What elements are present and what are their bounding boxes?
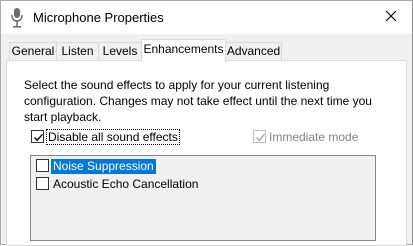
tab-enhancements[interactable]: Enhancements (141, 39, 226, 62)
disable-all-label[interactable]: Disable all sound effects (46, 129, 180, 145)
list-item-echo-cancellation[interactable]: Acoustic Echo Cancellation (31, 176, 371, 192)
tab-label: General (11, 44, 55, 58)
description-text: Select the sound effects to apply for yo… (24, 78, 372, 124)
checkmark-icon (256, 133, 266, 142)
noise-suppression-label[interactable]: Noise Suppression (51, 159, 156, 174)
close-icon (385, 10, 397, 25)
list-item-noise-suppression[interactable]: Noise Suppression (31, 158, 371, 174)
tab-label: Listen (61, 44, 94, 58)
window-title: Microphone Properties (33, 10, 164, 25)
tab-listen[interactable]: Listen (56, 42, 99, 61)
tab-label: Advanced (226, 44, 281, 58)
tab-advanced[interactable]: Advanced (225, 42, 282, 61)
close-button[interactable] (371, 1, 411, 33)
tab-label: Enhancements (143, 42, 224, 56)
tab-strip: General Listen Levels Enhancements Advan… (1, 39, 412, 62)
immediate-mode-checkbox[interactable] (253, 130, 266, 143)
tab-general[interactable]: General (9, 42, 57, 61)
echo-cancellation-label[interactable]: Acoustic Echo Cancellation (51, 177, 200, 192)
echo-cancellation-checkbox[interactable] (36, 177, 49, 190)
noise-suppression-checkbox[interactable] (36, 159, 49, 172)
checkmark-icon (34, 133, 44, 142)
tab-levels[interactable]: Levels (98, 42, 142, 61)
tab-label: Levels (102, 44, 138, 58)
properties-window: Microphone Properties General Listen Lev… (0, 0, 413, 246)
microphone-icon (9, 7, 25, 29)
immediate-mode-label: Immediate mode (269, 130, 359, 144)
title-bar: Microphone Properties (1, 1, 412, 34)
effects-list[interactable]: Noise Suppression Acoustic Echo Cancella… (30, 155, 376, 241)
disable-all-checkbox[interactable] (31, 130, 44, 143)
